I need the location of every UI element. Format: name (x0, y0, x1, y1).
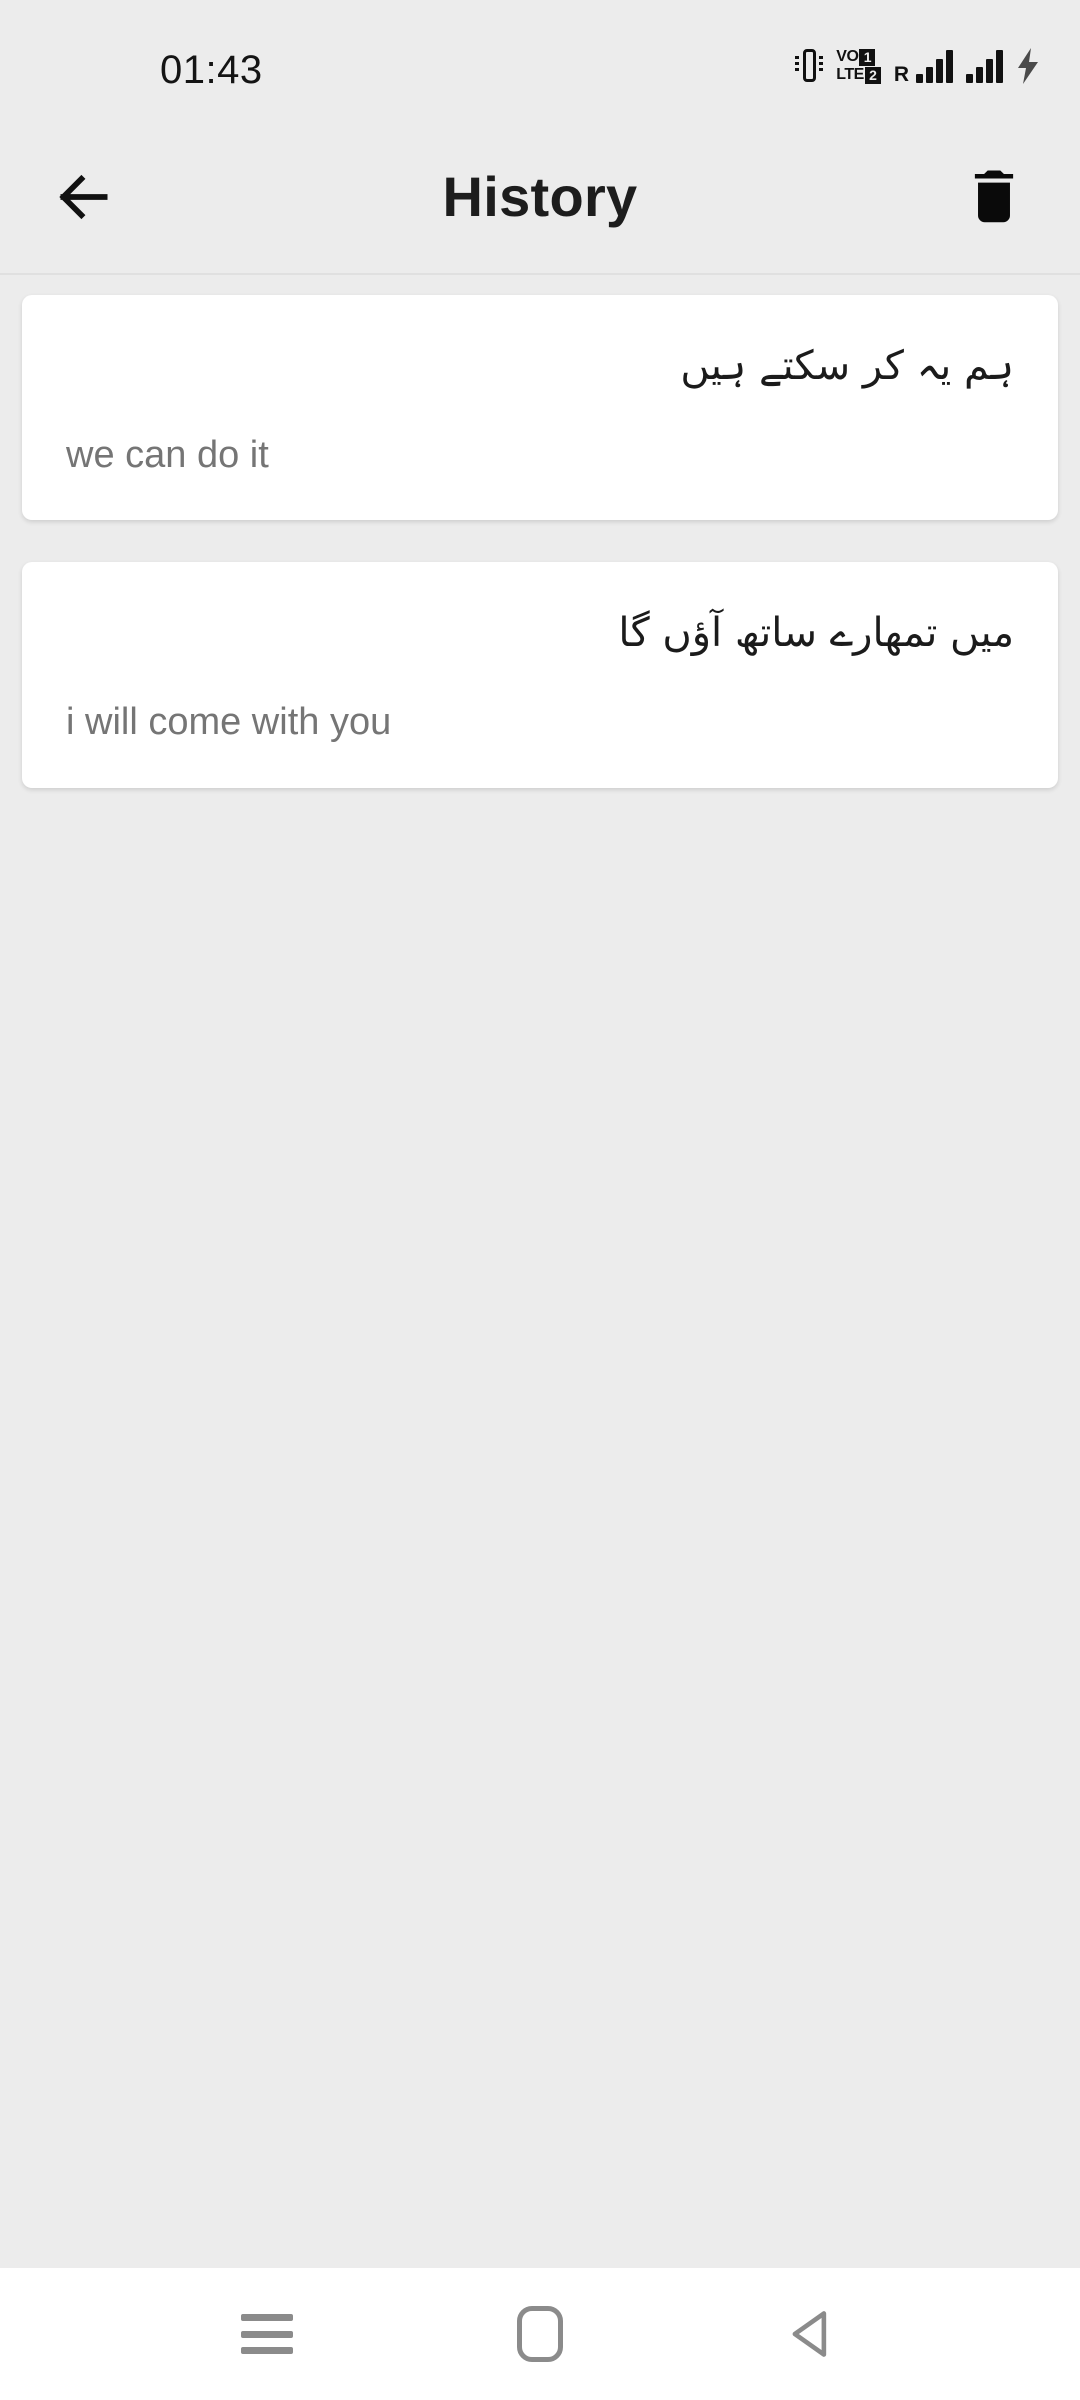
nav-home-button[interactable] (480, 2274, 600, 2394)
back-button[interactable] (36, 149, 132, 245)
roaming-icon: R (893, 63, 909, 86)
history-item[interactable]: ہم یہ کر سکتے ہیں we can do it (22, 295, 1058, 521)
volte-sim2-badge: 2 (864, 66, 881, 84)
page-title: History (442, 165, 638, 228)
signal-bars-sim1-icon (916, 49, 953, 83)
home-square-icon (516, 2306, 563, 2362)
battery-charging-icon (1018, 48, 1038, 84)
nav-recents-button[interactable] (207, 2274, 327, 2394)
phone-screen: 01:43 VO 1 LTE 2 R History ہم یہ کر سکتے… (0, 0, 1080, 2400)
trash-icon (974, 169, 1014, 222)
menu-icon (240, 2314, 293, 2354)
delete-history-button[interactable] (946, 149, 1042, 245)
nav-back-button[interactable] (753, 2274, 873, 2394)
volte-vo-label: VO (836, 48, 859, 65)
history-list: ہم یہ کر سکتے ہیں we can do it میں تمھار… (0, 275, 1080, 2268)
volte-dual-sim-icon: VO 1 LTE 2 (836, 48, 881, 84)
history-item[interactable]: میں تمھارے ساتھ آؤں گا i will come with … (22, 562, 1058, 788)
signal-bars-sim2-icon (966, 49, 1003, 83)
history-item-source-text: میں تمھارے ساتھ آؤں گا (618, 610, 1014, 657)
app-bar: History (0, 120, 1080, 275)
arrow-left-icon (59, 174, 108, 219)
status-bar-icons: VO 1 LTE 2 R (795, 46, 1040, 86)
status-bar-clock: 01:43 (160, 48, 263, 92)
status-bar: 01:43 VO 1 LTE 2 R (0, 0, 1080, 120)
volte-lte-label: LTE (836, 66, 864, 83)
system-navigation-bar (0, 2268, 1080, 2400)
history-item-target-text: i will come with you (66, 701, 392, 744)
triangle-back-icon (792, 2311, 827, 2357)
history-item-source-text: ہم یہ کر سکتے ہیں (680, 343, 1014, 389)
vibrate-icon (795, 46, 824, 86)
history-item-target-text: we can do it (66, 434, 269, 476)
volte-sim1-badge: 1 (859, 48, 876, 66)
